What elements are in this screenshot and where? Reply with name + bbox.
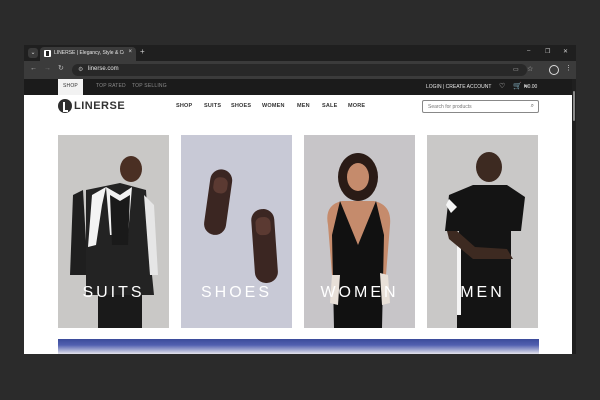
category-label-men: MEN	[460, 284, 505, 301]
tab-strip: ⌄ LINERSE | Elegancy, Style & Co × + – ❐…	[24, 45, 576, 61]
browser-window: ⌄ LINERSE | Elegancy, Style & Co × + – ❐…	[24, 45, 576, 354]
category-card-suits[interactable]: SUITS	[58, 135, 169, 328]
topnav-top-rated[interactable]: TOP RATED	[96, 83, 126, 89]
cart-icon[interactable]: 🛒	[513, 82, 522, 90]
page-scrollbar[interactable]	[572, 79, 576, 354]
close-icon[interactable]: ×	[128, 49, 132, 55]
search-placeholder: Search for products	[428, 104, 472, 110]
new-tab-button[interactable]: +	[140, 48, 145, 56]
category-label-suits: SUITS	[82, 284, 145, 301]
forward-button[interactable]: →	[44, 65, 51, 73]
tab-active[interactable]: LINERSE | Elegancy, Style & Co ×	[40, 47, 136, 61]
nav-women[interactable]: WOMEN	[262, 103, 285, 109]
favicon-icon	[44, 50, 51, 57]
minimize-button[interactable]: –	[527, 48, 530, 54]
nav-men[interactable]: MEN	[297, 103, 310, 109]
cart-total[interactable]: ₦0.00	[524, 84, 537, 90]
tab-title: LINERSE | Elegancy, Style & Co	[54, 50, 124, 56]
nav-sale[interactable]: SALE	[322, 103, 337, 109]
site-logo[interactable]: LINERSE	[74, 100, 125, 112]
search-icon[interactable]: ⌕	[531, 103, 534, 110]
nav-shop[interactable]: SHOP	[176, 103, 192, 109]
url-text[interactable]: linerse.com	[88, 66, 119, 72]
search-input[interactable]: Search for products ⌕	[422, 100, 539, 113]
category-card-women[interactable]: WOMEN	[304, 135, 415, 328]
tab-search-button[interactable]: ⌄	[28, 48, 38, 58]
topnav-top-selling[interactable]: TOP SELLING	[132, 83, 167, 89]
promo-banner	[58, 339, 539, 354]
category-label-shoes: SHOES	[200, 284, 272, 301]
scrollbar-thumb[interactable]	[573, 91, 575, 121]
category-card-shoes[interactable]: SHOES	[181, 135, 292, 328]
web-page: SHOP TOP RATED TOP SELLING LOGIN | CREAT…	[24, 79, 572, 354]
nav-more[interactable]: MORE	[348, 103, 365, 109]
category-label-women: WOMEN	[320, 284, 399, 301]
site-header: LINERSE SHOP SUITS SHOES WOMEN MEN SALE …	[24, 95, 572, 117]
profile-avatar[interactable]	[549, 65, 559, 75]
topnav-shop[interactable]: SHOP	[58, 79, 83, 95]
bookmark-star-icon[interactable]: ☆	[527, 65, 533, 73]
maximize-button[interactable]: ❐	[545, 48, 550, 55]
kebab-menu-icon[interactable]: ⋮	[565, 64, 572, 72]
reload-button[interactable]: ↻	[58, 65, 64, 73]
cast-icon[interactable]: ▭	[513, 66, 519, 73]
nav-shoes[interactable]: SHOES	[231, 103, 251, 109]
top-bar: SHOP TOP RATED TOP SELLING LOGIN | CREAT…	[24, 79, 572, 95]
back-button[interactable]: ←	[30, 65, 37, 73]
browser-toolbar: ← → ↻ ⚙ linerse.com ▭ ☆ ⋮	[24, 61, 576, 79]
category-card-men[interactable]: MEN	[427, 135, 538, 328]
logo-icon[interactable]	[58, 99, 72, 113]
login-create-account-link[interactable]: LOGIN | CREATE ACCOUNT	[426, 84, 491, 90]
window-close-button[interactable]: ✕	[563, 48, 568, 55]
address-bar[interactable]: ⚙ linerse.com ▭ ☆	[72, 64, 533, 76]
nav-suits[interactable]: SUITS	[204, 103, 221, 109]
wishlist-heart-icon[interactable]: ♡	[499, 82, 505, 90]
site-info-icon[interactable]: ⚙	[78, 66, 83, 73]
